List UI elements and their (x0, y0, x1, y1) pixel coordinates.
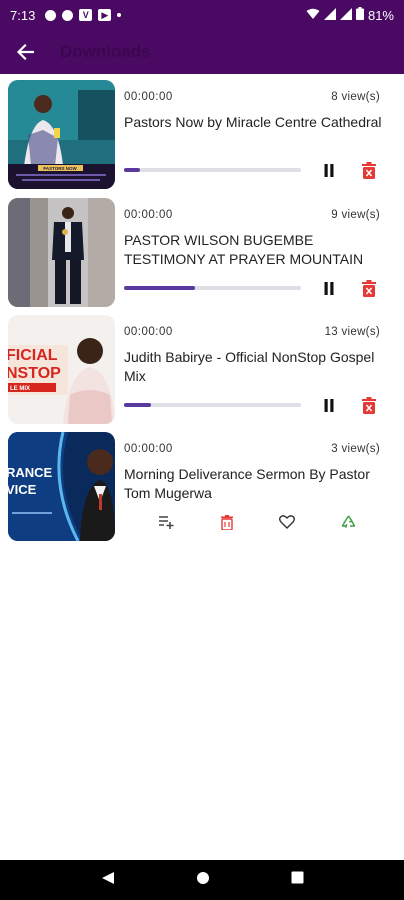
video-thumbnail[interactable] (8, 198, 115, 307)
status-left: 7:13 V ▶ (10, 7, 122, 23)
video-title-clip: PASTOR WILSON BUGEMBE TESTIMONY AT PRAYE… (124, 231, 392, 269)
pause-icon (324, 163, 334, 177)
system-navigation-bar (0, 860, 404, 900)
thumbnail-line: NSTOP (8, 365, 61, 382)
trash-icon (362, 279, 376, 297)
youtube-icon: ▶ (98, 9, 112, 21)
notification-circle-icon (62, 9, 74, 21)
app-bar: Downloads (0, 30, 404, 74)
video-title-clip: Judith Babirye - Official NonStop Gospel… (124, 348, 392, 386)
circle-home-icon (196, 871, 209, 884)
download-progress-bar (124, 168, 301, 172)
thumbnail-caption: PASTORS NOW (43, 166, 77, 171)
v-app-icon: V (79, 9, 93, 21)
delete-button[interactable] (360, 278, 378, 298)
download-item[interactable]: PASTORS NOW 00:00:00 8 view(s) Pastors N… (0, 80, 404, 190)
duration-label: 00:00:00 (124, 209, 173, 221)
thumbnail-line: FICIAL (8, 347, 58, 364)
download-progress-bar (124, 403, 301, 407)
download-progress-fill (124, 403, 151, 407)
pause-icon (324, 281, 334, 295)
heart-outline-icon (279, 515, 295, 529)
signal-icon (323, 7, 336, 23)
video-title: Judith Babirye - Official NonStop Gospel… (124, 349, 375, 384)
views-label: 13 view(s) (324, 326, 380, 338)
battery-icon (355, 7, 364, 23)
favorite-button[interactable] (277, 512, 297, 532)
nav-recents-button[interactable] (291, 871, 304, 889)
thumbnail-line: LE MIX (10, 386, 30, 392)
share-button[interactable] (338, 512, 358, 532)
video-thumbnail[interactable]: FICIAL NSTOP LE MIX (8, 315, 115, 424)
duration-label: 00:00:00 (124, 91, 173, 103)
trash-icon (362, 396, 376, 414)
video-title-clip: Morning Deliverance Sermon By Pastor Tom… (124, 465, 392, 503)
square-recents-icon (291, 871, 303, 884)
duration-label: 00:00:00 (124, 443, 173, 455)
thumbnail-line: RANCE (8, 465, 53, 480)
nav-home-button[interactable] (196, 871, 210, 890)
delete-button[interactable] (217, 512, 237, 532)
download-item[interactable]: RANCE VICE 00:00:00 3 view(s) Morning De… (0, 432, 404, 542)
status-right: 81% (306, 7, 394, 23)
status-bar: 7:13 V ▶ 81% (0, 0, 404, 30)
recycle-icon (341, 515, 355, 528)
download-item[interactable]: FICIAL NSTOP LE MIX 00:00:00 13 view(s) … (0, 315, 404, 425)
duration-label: 00:00:00 (124, 326, 173, 338)
download-progress-fill (124, 286, 195, 290)
video-title: Morning Deliverance Sermon By Pastor Tom… (124, 466, 370, 501)
wifi-icon (306, 8, 320, 23)
download-item[interactable]: 00:00:00 9 view(s) PASTOR WILSON BUGEMBE… (0, 198, 404, 308)
video-title: PASTOR WILSON BUGEMBE TESTIMONY AT PRAYE… (124, 232, 364, 267)
thumbnail-line: VICE (8, 482, 37, 497)
pause-button[interactable] (319, 160, 339, 180)
delete-button[interactable] (360, 395, 378, 415)
video-title: Pastors Now by Miracle Centre Cathedral (124, 114, 382, 130)
pause-button[interactable] (319, 278, 339, 298)
video-thumbnail[interactable]: PASTORS NOW (8, 80, 115, 189)
status-time: 7:13 (10, 7, 36, 23)
video-thumbnail[interactable]: RANCE VICE (8, 432, 115, 541)
triangle-back-icon (101, 871, 114, 884)
trash-icon (362, 161, 376, 179)
pause-icon (324, 398, 334, 412)
arrow-left-icon (16, 43, 34, 61)
pause-button[interactable] (319, 395, 339, 415)
battery-percent: 81% (367, 7, 394, 23)
download-progress-fill (124, 168, 140, 172)
page-title: Downloads (60, 42, 151, 61)
delete-button[interactable] (360, 160, 378, 180)
nav-back-button[interactable] (101, 871, 115, 890)
video-title-clip: Pastors Now by Miracle Centre Cathedral (124, 113, 392, 151)
dot-icon (117, 13, 122, 17)
signal-icon (339, 7, 352, 23)
trash-icon (221, 514, 233, 530)
views-label: 9 view(s) (331, 209, 380, 221)
add-to-playlist-button[interactable] (156, 512, 176, 532)
views-label: 3 view(s) (331, 443, 380, 455)
playlist-add-icon (159, 516, 174, 529)
notification-circle-icon (45, 9, 57, 21)
back-button[interactable] (14, 41, 36, 63)
views-label: 8 view(s) (331, 91, 380, 103)
download-progress-bar (124, 286, 301, 290)
